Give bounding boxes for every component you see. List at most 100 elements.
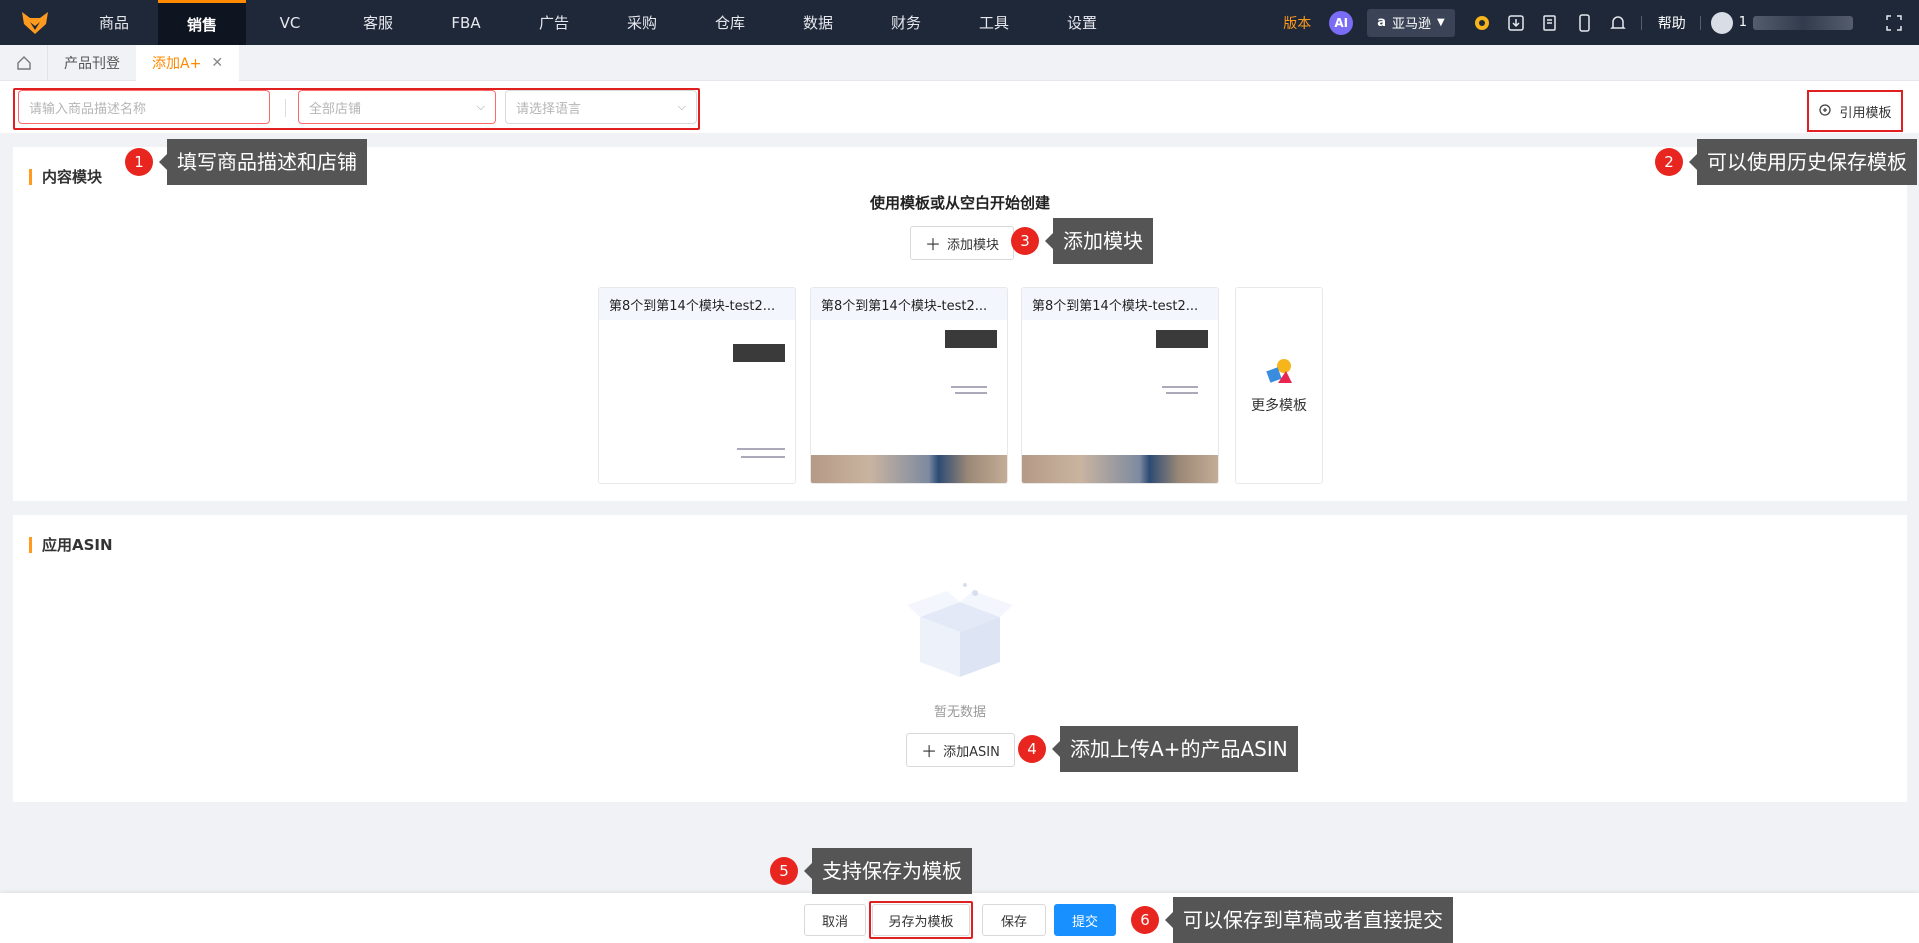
preview-line — [741, 456, 785, 458]
annotation-number: 1 — [125, 148, 153, 176]
fox-logo-icon — [22, 11, 48, 34]
add-module-button[interactable]: ＋ 添加模块 — [910, 226, 1014, 260]
shop-select-value: 全部店铺 — [309, 101, 362, 117]
footer-actions: 取消 另存为模板 保存 提交 — [0, 893, 1919, 943]
preview-photo — [1022, 455, 1218, 483]
nav-item-purchase[interactable]: 采购 — [598, 0, 686, 45]
save-button[interactable]: 保存 — [982, 904, 1046, 936]
template-card[interactable]: 第8个到第14个模块-test2... — [1021, 287, 1219, 484]
preview-line — [1166, 392, 1198, 394]
platform-label: 亚马逊 — [1392, 17, 1432, 32]
section-title: 内容模块 — [29, 169, 102, 185]
annotation-text: 添加上传A+的产品ASIN — [1052, 726, 1298, 772]
nav-item-vc[interactable]: VC — [246, 0, 334, 45]
app-logo[interactable] — [0, 0, 70, 45]
preview-photo — [811, 455, 1007, 483]
template-preview — [1022, 320, 1218, 483]
annotation-2: 2 可以使用历史保存模板 — [1655, 139, 1917, 185]
annotation-6: 6 可以保存到草稿或者直接提交 — [1131, 897, 1453, 943]
shapes-icon — [1266, 358, 1292, 383]
nav-item-products[interactable]: 商品 — [70, 0, 158, 45]
home-icon — [16, 55, 31, 70]
add-module-label: 添加模块 — [947, 237, 1000, 253]
ai-icon[interactable]: AI — [1329, 10, 1354, 35]
save-as-template-button[interactable]: 另存为模板 — [872, 904, 970, 936]
annotation-number: 4 — [1018, 735, 1046, 763]
preview-line — [951, 386, 987, 388]
reference-template-button[interactable]: 引用模板 — [1807, 90, 1903, 132]
product-desc-name-input[interactable]: 请输入商品描述名称 — [18, 90, 270, 124]
annotation-3: 3 添加模块 — [1011, 218, 1153, 264]
template-icon — [1819, 103, 1832, 116]
home-tab[interactable] — [0, 44, 48, 81]
close-icon[interactable]: ✕ — [211, 55, 223, 71]
nav-item-customer-service[interactable]: 客服 — [334, 0, 422, 45]
amazon-icon: a — [1377, 15, 1386, 30]
caret-down-icon: ▼ — [1437, 17, 1445, 28]
top-right-tools: 版本 AI a 亚马逊 ▼ 帮助 1 — [1283, 0, 1919, 45]
template-card[interactable]: 第8个到第14个模块-test2... — [598, 287, 796, 484]
download-icon[interactable] — [1505, 12, 1527, 34]
chevron-down-icon: ⌵ — [677, 100, 686, 113]
nav-item-settings[interactable]: 设置 — [1038, 0, 1126, 45]
divider — [1640, 15, 1642, 30]
section-title: 应用ASIN — [29, 537, 113, 553]
user-name-blurred — [1753, 15, 1853, 30]
submit-button[interactable]: 提交 — [1054, 904, 1116, 936]
chevron-down-icon: ⌵ — [476, 100, 485, 113]
task-list-icon[interactable] — [1539, 12, 1561, 34]
version-link[interactable]: 版本 — [1283, 13, 1311, 33]
annotation-text: 可以保存到草稿或者直接提交 — [1165, 897, 1453, 943]
customer-service-icon[interactable] — [1471, 12, 1493, 34]
annotation-text: 支持保存为模板 — [804, 848, 972, 894]
preview-block — [733, 344, 785, 362]
nav-item-sales[interactable]: 销售 — [158, 0, 246, 45]
template-preview — [811, 320, 1007, 483]
platform-selector[interactable]: a 亚马逊 ▼ — [1367, 8, 1455, 37]
tab-product-listing[interactable]: 产品刊登 — [48, 45, 136, 81]
more-templates-label: 更多模板 — [1251, 397, 1307, 414]
add-asin-button[interactable]: ＋ 添加ASIN — [906, 733, 1015, 767]
main-nav: 商品 销售 VC 客服 FBA 广告 采购 仓库 数据 财务 工具 设置 — [70, 0, 1126, 45]
shop-select[interactable]: 全部店铺 ⌵ — [298, 90, 496, 124]
tab-add-a-plus[interactable]: 添加A+ ✕ — [136, 44, 240, 81]
nav-item-warehouse[interactable]: 仓库 — [686, 0, 774, 45]
language-select[interactable]: 请选择语言 ⌵ — [505, 90, 697, 124]
annotation-number: 5 — [770, 857, 798, 885]
annotation-text: 可以使用历史保存模板 — [1689, 139, 1917, 185]
help-link[interactable]: 帮助 — [1658, 13, 1686, 33]
template-name: 第8个到第14个模块-test2... — [811, 288, 1007, 320]
nav-item-fba[interactable]: FBA — [422, 0, 510, 45]
preview-line — [1162, 386, 1198, 388]
add-asin-label: 添加ASIN — [943, 744, 1000, 760]
tab-label: 添加A+ — [152, 55, 202, 72]
mobile-icon[interactable] — [1573, 12, 1595, 34]
filter-bar: 请输入商品描述名称 全部店铺 ⌵ 请选择语言 ⌵ 引用模板 — [0, 81, 1919, 133]
nav-item-finance[interactable]: 财务 — [862, 0, 950, 45]
create-hint: 使用模板或从空白开始创建 — [869, 194, 1050, 212]
preview-block — [1156, 330, 1208, 348]
empty-text: 暂无数据 — [933, 705, 986, 720]
annotation-number: 2 — [1655, 148, 1683, 176]
annotation-text: 填写商品描述和店铺 — [159, 139, 367, 185]
template-card[interactable]: 第8个到第14个模块-test2... — [810, 287, 1008, 484]
empty-box-icon — [907, 583, 1013, 677]
placeholder-text: 请输入商品描述名称 — [29, 101, 147, 117]
annotation-4: 4 添加上传A+的产品ASIN — [1018, 726, 1298, 772]
placeholder-text: 请选择语言 — [516, 101, 582, 117]
more-templates-card[interactable]: 更多模板 — [1235, 287, 1323, 484]
divider — [285, 99, 286, 117]
avatar — [1710, 11, 1733, 34]
annotation-5: 5 支持保存为模板 — [770, 848, 972, 894]
bell-icon[interactable] — [1607, 12, 1629, 34]
cancel-button[interactable]: 取消 — [804, 904, 866, 936]
nav-item-tools[interactable]: 工具 — [950, 0, 1038, 45]
template-name: 第8个到第14个模块-test2... — [599, 288, 795, 320]
nav-item-ads[interactable]: 广告 — [510, 0, 598, 45]
preview-block — [945, 330, 997, 348]
nav-item-data[interactable]: 数据 — [774, 0, 862, 45]
fullscreen-icon[interactable] — [1883, 12, 1905, 34]
top-navbar: 商品 销售 VC 客服 FBA 广告 采购 仓库 数据 财务 工具 设置 版本 … — [0, 0, 1919, 45]
asin-panel: 应用ASIN 暂无数据 ＋ 添加ASIN — [13, 515, 1907, 802]
user-menu[interactable]: 1 — [1710, 11, 1853, 34]
